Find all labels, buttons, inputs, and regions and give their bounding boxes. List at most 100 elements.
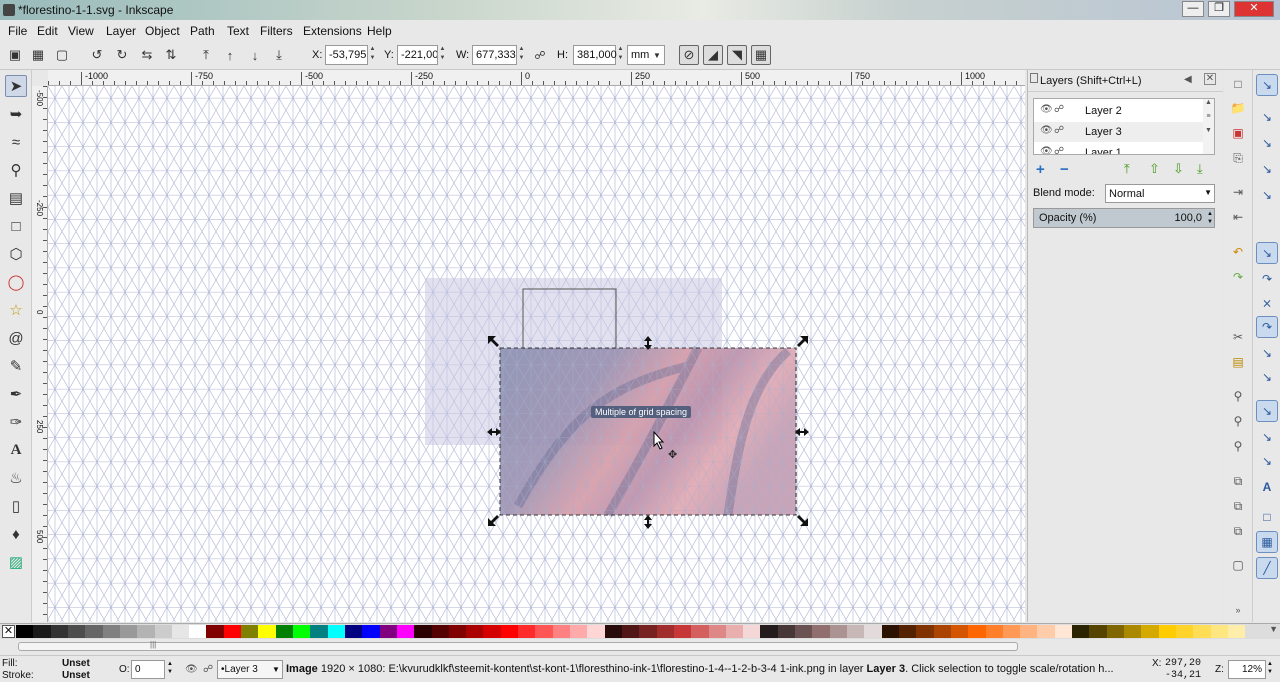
color-swatch[interactable] <box>396 625 415 638</box>
lower-to-bottom-icon[interactable]: ⤓ <box>269 45 289 65</box>
select-all-icon[interactable]: ▣ <box>5 45 25 65</box>
color-swatch[interactable] <box>673 625 692 638</box>
color-swatch[interactable] <box>189 625 207 638</box>
pencil-tool-icon[interactable]: ✎ <box>5 355 27 377</box>
raise-icon[interactable]: ↑ <box>220 45 240 65</box>
opacity-slider[interactable]: Opacity (%) 100,0 ▲ ▼ <box>1033 208 1215 228</box>
spray-tool-icon[interactable]: ♨ <box>5 467 27 489</box>
color-swatch[interactable] <box>708 625 726 638</box>
gradient-tool-icon[interactable]: ▨ <box>5 551 27 573</box>
color-swatch[interactable] <box>1106 625 1124 638</box>
expand-more-icon[interactable]: » <box>1228 600 1248 620</box>
eye-icon[interactable]: 👁 <box>1040 146 1053 154</box>
flip-horizontal-icon[interactable]: ⇆ <box>137 45 157 65</box>
color-swatch[interactable] <box>760 625 778 638</box>
color-swatch[interactable] <box>604 625 622 638</box>
snap-bbox-midpoint-icon[interactable]: ↘ <box>1256 184 1278 206</box>
color-swatch[interactable] <box>1124 625 1142 638</box>
color-swatch[interactable] <box>1193 625 1211 638</box>
snap-rotation-center-icon[interactable]: ↘ <box>1256 426 1278 448</box>
color-swatch[interactable] <box>275 625 293 638</box>
eraser-tool-icon[interactable]: ▯ <box>5 495 27 517</box>
w-spinner-icon[interactable]: ▲ ▼ <box>517 45 526 65</box>
scrollbar-thumb[interactable] <box>18 642 1018 651</box>
layer-name[interactable]: Layer 2 <box>1085 105 1122 117</box>
horizontal-scrollbar[interactable]: ||| <box>0 639 1280 655</box>
snap-bbox-corner-icon[interactable]: ↘ <box>1256 158 1278 180</box>
color-swatch[interactable] <box>1141 625 1159 638</box>
color-swatch[interactable] <box>67 625 86 638</box>
menu-file[interactable]: File <box>8 24 27 38</box>
color-swatch[interactable] <box>1054 625 1073 638</box>
menu-edit[interactable]: Edit <box>37 24 58 38</box>
lock-icon[interactable]: ☍ <box>1054 146 1064 154</box>
star-tool-icon[interactable]: ☆ <box>5 299 27 321</box>
color-swatch[interactable] <box>448 625 467 638</box>
color-swatch[interactable] <box>743 625 761 638</box>
color-swatch[interactable] <box>431 625 449 638</box>
menu-view[interactable]: View <box>68 24 94 38</box>
menu-text[interactable]: Text <box>227 24 249 38</box>
color-swatch[interactable] <box>621 625 640 638</box>
color-swatch[interactable] <box>102 625 120 638</box>
color-swatch[interactable] <box>1072 625 1090 638</box>
zoom-tool-icon[interactable]: ⚲ <box>5 159 27 181</box>
zoom-page-icon[interactable]: ⚲ <box>1228 436 1248 456</box>
new-document-icon[interactable]: □ <box>1228 74 1248 94</box>
maximize-button[interactable]: ❐ <box>1208 1 1230 17</box>
paint-bucket-tool-icon[interactable]: ♦ <box>5 523 27 545</box>
color-swatch[interactable] <box>812 625 830 638</box>
blend-mode-select[interactable]: Normal ▼ <box>1105 184 1215 203</box>
color-swatch[interactable] <box>1210 625 1228 638</box>
layer-to-bottom-icon[interactable]: ⤓ <box>1197 161 1203 177</box>
spiral-tool-icon[interactable]: @ <box>5 327 27 349</box>
layer-lock-icon[interactable]: ☍ <box>203 664 213 675</box>
snap-grid-icon[interactable]: ▦ <box>1256 531 1278 553</box>
color-swatch[interactable] <box>1227 625 1246 638</box>
layer-row[interactable]: 👁 ☍ Layer 3 <box>1034 122 1204 142</box>
color-swatch[interactable] <box>881 625 899 638</box>
color-swatch[interactable] <box>1175 625 1194 638</box>
color-swatch[interactable] <box>483 625 501 638</box>
clone-icon[interactable]: ⧉ <box>1228 496 1248 516</box>
color-swatch[interactable] <box>898 625 917 638</box>
color-swatch[interactable] <box>829 625 847 638</box>
color-swatch[interactable] <box>639 625 657 638</box>
color-swatch[interactable] <box>656 625 674 638</box>
lock-icon[interactable]: ☍ <box>1054 104 1064 115</box>
layer-up-icon[interactable]: ⇧ <box>1149 161 1160 177</box>
snap-midpoint-icon[interactable]: ↘ <box>1256 366 1278 388</box>
color-swatch[interactable] <box>985 625 1003 638</box>
move-patterns-icon[interactable]: ▦ <box>751 45 771 65</box>
select-all-layers-icon[interactable]: ▦ <box>28 45 48 65</box>
zoom-selection-icon[interactable]: ⚲ <box>1228 386 1248 406</box>
color-swatch[interactable] <box>1037 625 1055 638</box>
opacity-status-field[interactable]: 0 <box>131 660 165 679</box>
color-swatch[interactable] <box>933 625 951 638</box>
rotate-cw-icon[interactable]: ↻ <box>112 45 132 65</box>
snap-smooth-icon[interactable]: ↘ <box>1256 342 1278 364</box>
snap-cusp-icon[interactable]: ↷ <box>1256 316 1278 338</box>
save-icon[interactable]: ▣ <box>1228 123 1248 143</box>
snap-text-icon[interactable]: A <box>1256 476 1278 498</box>
y-spinner-icon[interactable]: ▲ ▼ <box>438 45 447 65</box>
color-swatch[interactable] <box>1089 625 1107 638</box>
snap-bbox-edge-icon[interactable]: ↘ <box>1256 132 1278 154</box>
layer-to-top-icon[interactable]: ⤒ <box>1124 161 1130 177</box>
color-swatch[interactable] <box>950 625 969 638</box>
raise-to-top-icon[interactable]: ⤒ <box>196 45 216 65</box>
selected-image[interactable] <box>499 345 797 518</box>
snap-baseline-icon[interactable]: ↘ <box>1256 450 1278 472</box>
color-swatch[interactable] <box>137 625 155 638</box>
measure-tool-icon[interactable]: ▤ <box>5 187 27 209</box>
tweak-tool-icon[interactable]: ≈ <box>5 131 27 153</box>
color-swatch[interactable] <box>344 625 363 638</box>
color-swatch[interactable] <box>223 625 242 638</box>
flip-vertical-icon[interactable]: ⇅ <box>161 45 181 65</box>
zoom-field[interactable]: 12% <box>1228 660 1266 679</box>
menu-object[interactable]: Object <box>145 24 180 38</box>
drawing-canvas[interactable]: ✥ Multiple of grid spacing <box>48 86 1025 622</box>
redo-icon[interactable]: ↷ <box>1228 267 1248 287</box>
print-icon[interactable]: ⎘ <box>1228 148 1248 168</box>
layers-scrollbar[interactable]: ▲ ≡ ▼ <box>1203 99 1214 154</box>
